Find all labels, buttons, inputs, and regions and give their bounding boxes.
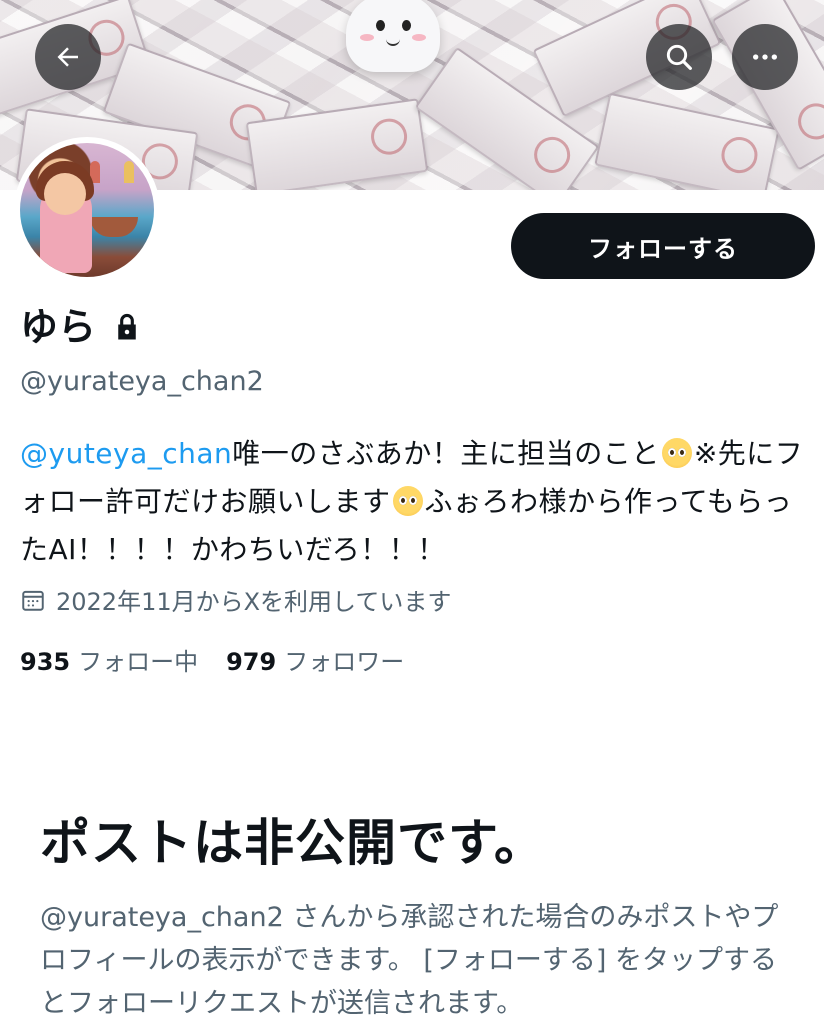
search-button[interactable]: [646, 24, 712, 90]
lock-icon: [114, 312, 140, 342]
avatar-image: [20, 143, 154, 277]
banner-bill: [594, 92, 780, 190]
arrow-left-icon: [57, 47, 78, 67]
following-label: フォロー中: [78, 648, 199, 676]
more-button[interactable]: [732, 24, 798, 90]
display-name: ゆら: [20, 305, 97, 349]
private-posts-title: ポストは非公開です。: [40, 814, 545, 872]
avatar[interactable]: [14, 137, 160, 283]
bio-mention-link[interactable]: @yuteya_chan: [20, 437, 232, 470]
followers-count: 979: [226, 648, 277, 676]
following-link[interactable]: 935 フォロー中: [20, 642, 198, 677]
bio-text: 唯一のさぶあか！主に担当のこと: [232, 437, 660, 470]
more-horizontal-icon: [753, 54, 777, 60]
pleading-face-emoji-icon: [392, 486, 423, 516]
bio: @yuteya_chan唯一のさぶあか！主に担当のこと ※先にフォロー許可だけお願…: [20, 430, 810, 574]
search-icon: [666, 44, 692, 70]
follow-stats: 935 フォロー中 979 フォロワー: [20, 642, 432, 677]
followers-label: フォロワー: [284, 648, 405, 676]
display-name-row: ゆら: [20, 302, 140, 352]
banner-mascot: [346, 0, 440, 72]
pleading-face-emoji-icon: [661, 438, 692, 468]
follow-button[interactable]: フォローする: [511, 213, 815, 279]
followers-link[interactable]: 979 フォロワー: [226, 642, 404, 677]
join-date: 2022年11月からXを利用しています: [56, 588, 452, 616]
private-posts-description: @yurateya_chan2 さんから承認された場合のみポストやプロフィールの…: [40, 902, 779, 1019]
calendar-icon: [20, 587, 46, 613]
join-date-row: 2022年11月からXを利用しています: [20, 582, 451, 617]
back-button[interactable]: [35, 24, 101, 90]
user-handle: @yurateya_chan2: [20, 366, 264, 397]
following-count: 935: [20, 648, 71, 676]
